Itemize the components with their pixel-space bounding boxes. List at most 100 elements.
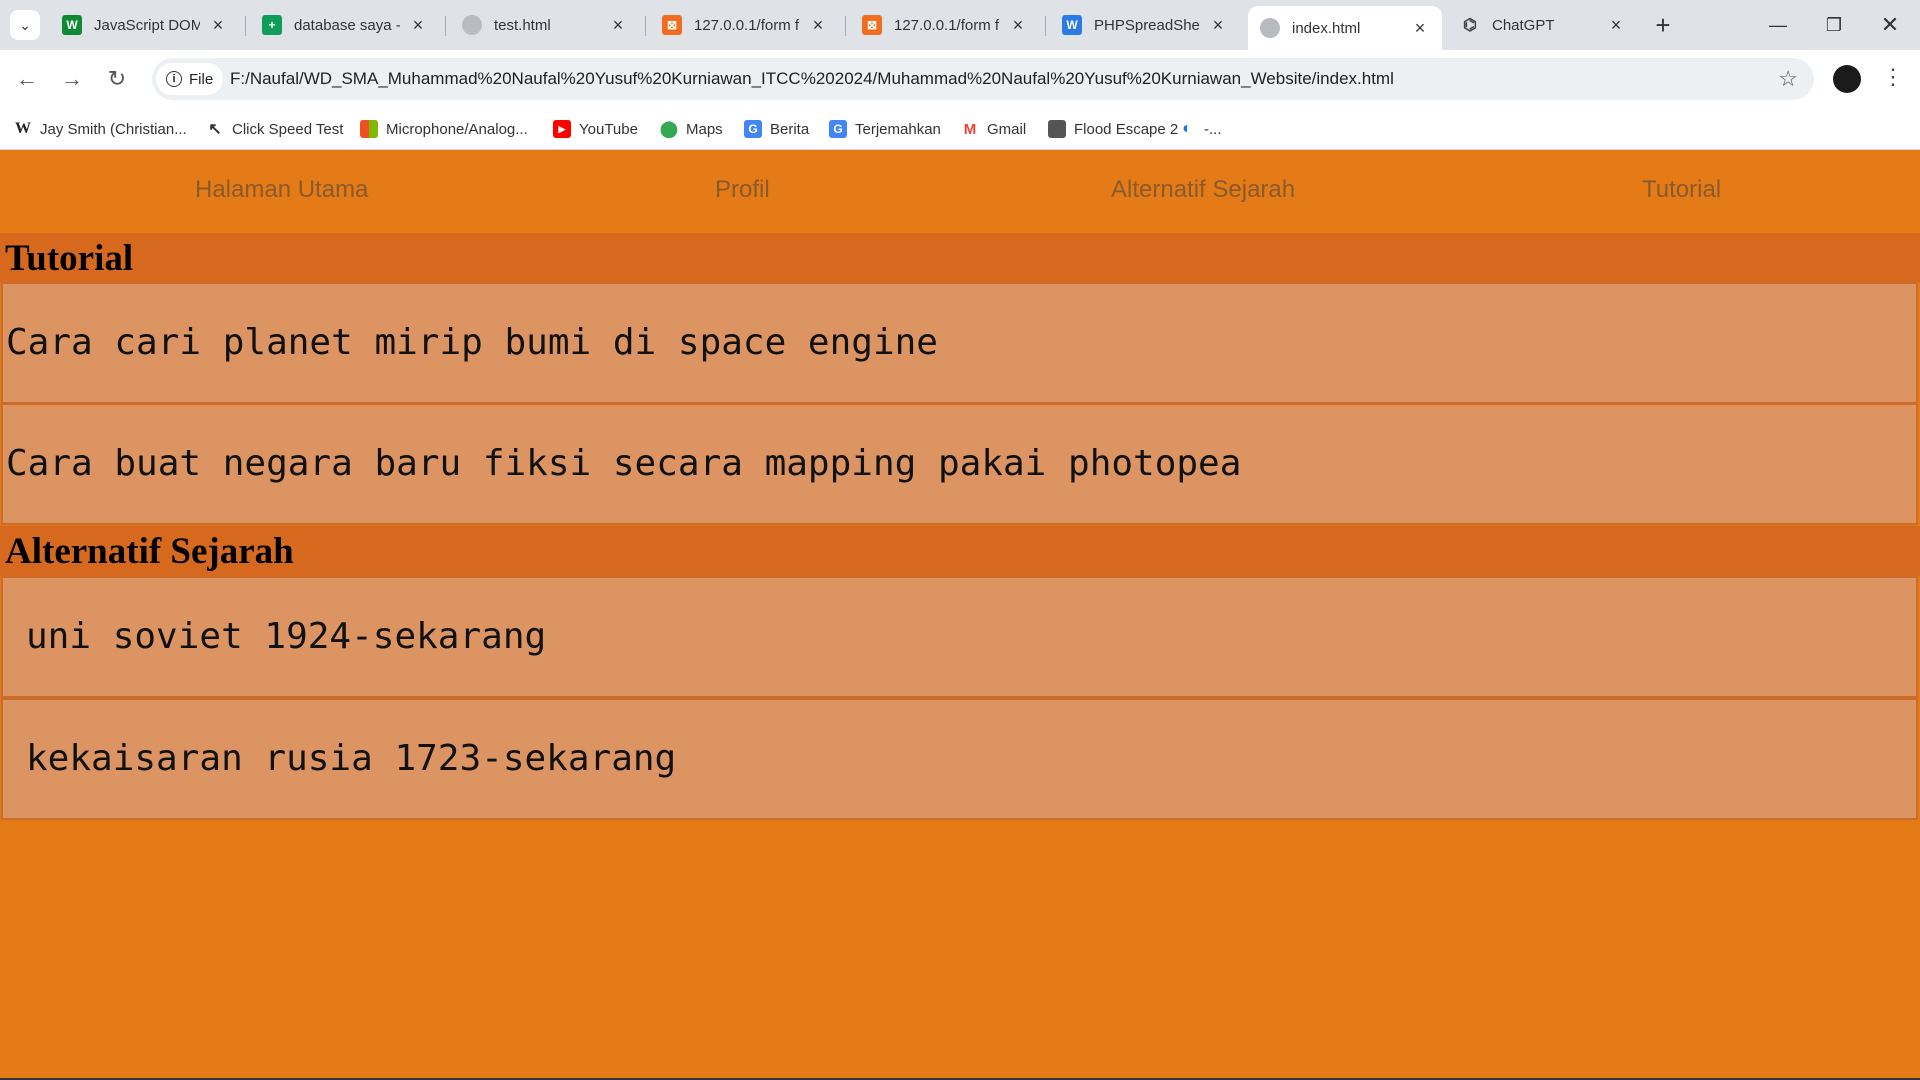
maps-pin-icon: ⬤ — [660, 121, 678, 138]
list-item[interactable]: Cara cari planet mirip bumi di space eng… — [1, 282, 1918, 404]
close-icon[interactable]: × — [1008, 15, 1028, 35]
tab-index-html[interactable]: index.html × — [1248, 6, 1442, 50]
close-icon[interactable]: × — [408, 15, 428, 35]
list-item-text: Cara cari planet mirip bumi di space eng… — [6, 322, 938, 363]
profile-avatar[interactable] — [1833, 65, 1861, 93]
close-icon[interactable]: × — [1606, 15, 1626, 35]
nav-link-alternatif-sejarah[interactable]: Alternatif Sejarah — [1111, 176, 1295, 204]
bookmark-favicon-icon: W — [15, 120, 31, 137]
bookmark-item[interactable]: M Gmail — [961, 117, 1026, 141]
bookmark-item[interactable]: ↖ Click Speed Test — [206, 117, 343, 141]
section-heading: Tutorial — [5, 238, 134, 279]
close-icon[interactable]: × — [1208, 15, 1228, 35]
bookmark-label: Terjemahkan — [855, 120, 941, 138]
windows-icon — [360, 120, 378, 138]
list-item[interactable]: kekaisaran rusia 1723-sekarang — [1, 698, 1918, 820]
plus-icon: + — [1655, 9, 1671, 40]
tab-chatgpt[interactable]: ⌬ ChatGPT × — [1448, 8, 1638, 42]
chatgpt-icon: ⌬ — [1463, 17, 1477, 34]
site-info-label: File — [189, 70, 214, 88]
tab-title: index.html — [1292, 19, 1361, 37]
close-icon[interactable]: × — [208, 15, 228, 35]
close-icon[interactable]: × — [608, 15, 628, 35]
nav-link-tutorial[interactable]: Tutorial — [1642, 176, 1721, 204]
globe-icon — [1260, 18, 1280, 38]
close-icon[interactable]: × — [808, 15, 828, 35]
tab-search-button[interactable]: ⌄ — [10, 10, 40, 40]
tab-favicon-icon: W — [62, 15, 82, 35]
reload-button[interactable]: ↻ — [100, 62, 134, 96]
list-item[interactable]: Cara buat negara baru fiksi secara mappi… — [1, 403, 1918, 525]
bookmark-label: Berita — [770, 120, 810, 138]
browser-toolbar: ← → ↻ i File F:/Naufal/WD_SMA_Muhammad%2… — [0, 50, 1920, 108]
bookmark-star-icon[interactable]: ☆ — [1778, 66, 1798, 92]
tab-title: PHPSpreadSheet — [1094, 16, 1200, 34]
globe-icon — [462, 15, 482, 35]
news-icon: G — [744, 120, 762, 138]
bookmark-item[interactable]: G Berita — [744, 117, 809, 141]
bookmark-item[interactable]: G Terjemahkan — [829, 117, 941, 141]
bookmark-item[interactable]: Flood Escape 2 — [1048, 117, 1178, 141]
bookmark-item[interactable]: Microphone/Analog... — [360, 117, 528, 141]
bookmark-item[interactable]: ▶ YouTube — [553, 117, 638, 141]
close-window-button[interactable]: ✕ — [1862, 0, 1918, 50]
tab-javascript-dom[interactable]: W JavaScript DOM × — [50, 8, 240, 42]
tab-separator — [445, 16, 446, 36]
tab-title: JavaScript DOM — [94, 16, 200, 34]
youtube-icon: ▶ — [553, 120, 571, 138]
nav-link-profil[interactable]: Profil — [715, 176, 770, 204]
back-button[interactable]: ← — [10, 62, 44, 96]
bookmark-item[interactable]: ⬤ Maps — [660, 117, 723, 141]
info-icon: i — [166, 71, 182, 87]
close-icon: ✕ — [1880, 12, 1900, 37]
cursor-icon: ↖ — [208, 121, 222, 138]
url-text[interactable]: F:/Naufal/WD_SMA_Muhammad%20Naufal%20Yus… — [230, 69, 1394, 89]
bookmark-item[interactable]: ◐ -... — [1178, 117, 1222, 141]
address-bar[interactable]: i File F:/Naufal/WD_SMA_Muhammad%20Naufa… — [152, 58, 1814, 100]
chevron-down-icon: ⌄ — [19, 16, 31, 33]
tab-separator — [1045, 16, 1046, 36]
forward-button[interactable]: → — [55, 62, 89, 96]
bookmark-label: Maps — [686, 120, 723, 138]
tab-strip: ⌄ W JavaScript DOM × + database saya - G… — [0, 0, 1920, 50]
nav-link-halaman-utama[interactable]: Halaman Utama — [195, 176, 368, 204]
tab-separator — [245, 16, 246, 36]
game-icon — [1048, 120, 1066, 138]
list-item-text: uni soviet 1924-sekarang — [26, 616, 547, 657]
tab-separator — [845, 16, 846, 36]
xampp-icon: ⊠ — [662, 15, 682, 35]
restore-icon: ❐ — [1825, 14, 1843, 35]
bookmark-label: Click Speed Test — [232, 120, 344, 138]
site-nav: Halaman Utama Profil Alternatif Sejarah … — [0, 151, 1920, 233]
back-arrow-icon: ← — [16, 66, 38, 91]
tab-database-saya[interactable]: + database saya - G × — [250, 8, 440, 42]
bookmark-item[interactable]: W Jay Smith (Christian... — [14, 117, 187, 141]
tab-favicon-icon: + — [262, 15, 282, 35]
new-tab-button[interactable]: + — [1648, 10, 1678, 40]
bookmark-label: Jay Smith (Christian... — [40, 120, 187, 138]
site-info-chip[interactable]: i File — [156, 63, 224, 95]
section-heading: Alternatif Sejarah — [5, 531, 294, 572]
tab-title: 127.0.0.1/form fi — [894, 16, 1000, 34]
minimize-button[interactable]: — — [1750, 0, 1806, 50]
xampp-icon: ⊠ — [862, 15, 882, 35]
restore-button[interactable]: ❐ — [1806, 0, 1862, 50]
section-header-alternatif-sejarah: Alternatif Sejarah — [0, 526, 1920, 576]
translate-icon: G — [829, 120, 847, 138]
edge-icon: ◐ — [1182, 120, 1192, 137]
tab-form-2[interactable]: ⊠ 127.0.0.1/form fi × — [850, 8, 1040, 42]
close-icon[interactable]: × — [1410, 18, 1430, 38]
menu-kebab-icon[interactable]: ⋮ — [1882, 64, 1904, 90]
bookmark-label: Flood Escape 2 — [1074, 120, 1179, 138]
tab-phpspreadsheet[interactable]: W PHPSpreadSheet × — [1050, 8, 1240, 42]
tab-favicon-icon: W — [1062, 15, 1082, 35]
list-item[interactable]: uni soviet 1924-sekarang — [1, 576, 1918, 698]
tab-title: ChatGPT — [1492, 16, 1555, 34]
bookmark-label: -... — [1204, 120, 1222, 138]
tab-test-html[interactable]: test.html × — [450, 8, 640, 42]
tab-title: database saya - G — [294, 16, 400, 34]
tab-form-1[interactable]: ⊠ 127.0.0.1/form fi × — [650, 8, 840, 42]
page-content: Halaman Utama Profil Alternatif Sejarah … — [0, 151, 1920, 1080]
gmail-icon: M — [963, 120, 977, 138]
bookmarks-bar: W Jay Smith (Christian... ↖ Click Speed … — [0, 108, 1920, 150]
